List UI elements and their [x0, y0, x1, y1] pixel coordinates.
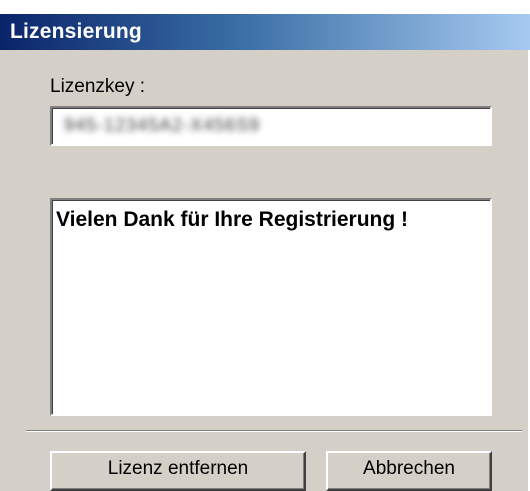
cancel-label: Abbrechen: [363, 458, 455, 479]
message-box[interactable]: Vielen Dank für Ihre Registrierung !: [50, 198, 492, 416]
license-dialog: Lizensierung Lizenzkey : 945-12345A2-X45…: [0, 0, 530, 491]
window-title: Lizensierung: [10, 20, 142, 43]
license-key-label: Lizenzkey :: [50, 76, 146, 97]
remove-license-label: Lizenz entfernen: [107, 458, 249, 479]
license-key-field[interactable]: 945-12345A2-X456S9: [50, 106, 492, 146]
remove-license-button[interactable]: Lizenz entfernen: [50, 451, 306, 491]
license-key-value: 945-12345A2-X456S9: [64, 115, 261, 135]
registration-message: Vielen Dank für Ihre Registrierung !: [56, 208, 409, 231]
cancel-button[interactable]: Abbrechen: [326, 451, 492, 491]
top-strip: [0, 0, 530, 14]
title-bar[interactable]: Lizensierung: [0, 14, 530, 50]
separator-line: [26, 430, 522, 432]
